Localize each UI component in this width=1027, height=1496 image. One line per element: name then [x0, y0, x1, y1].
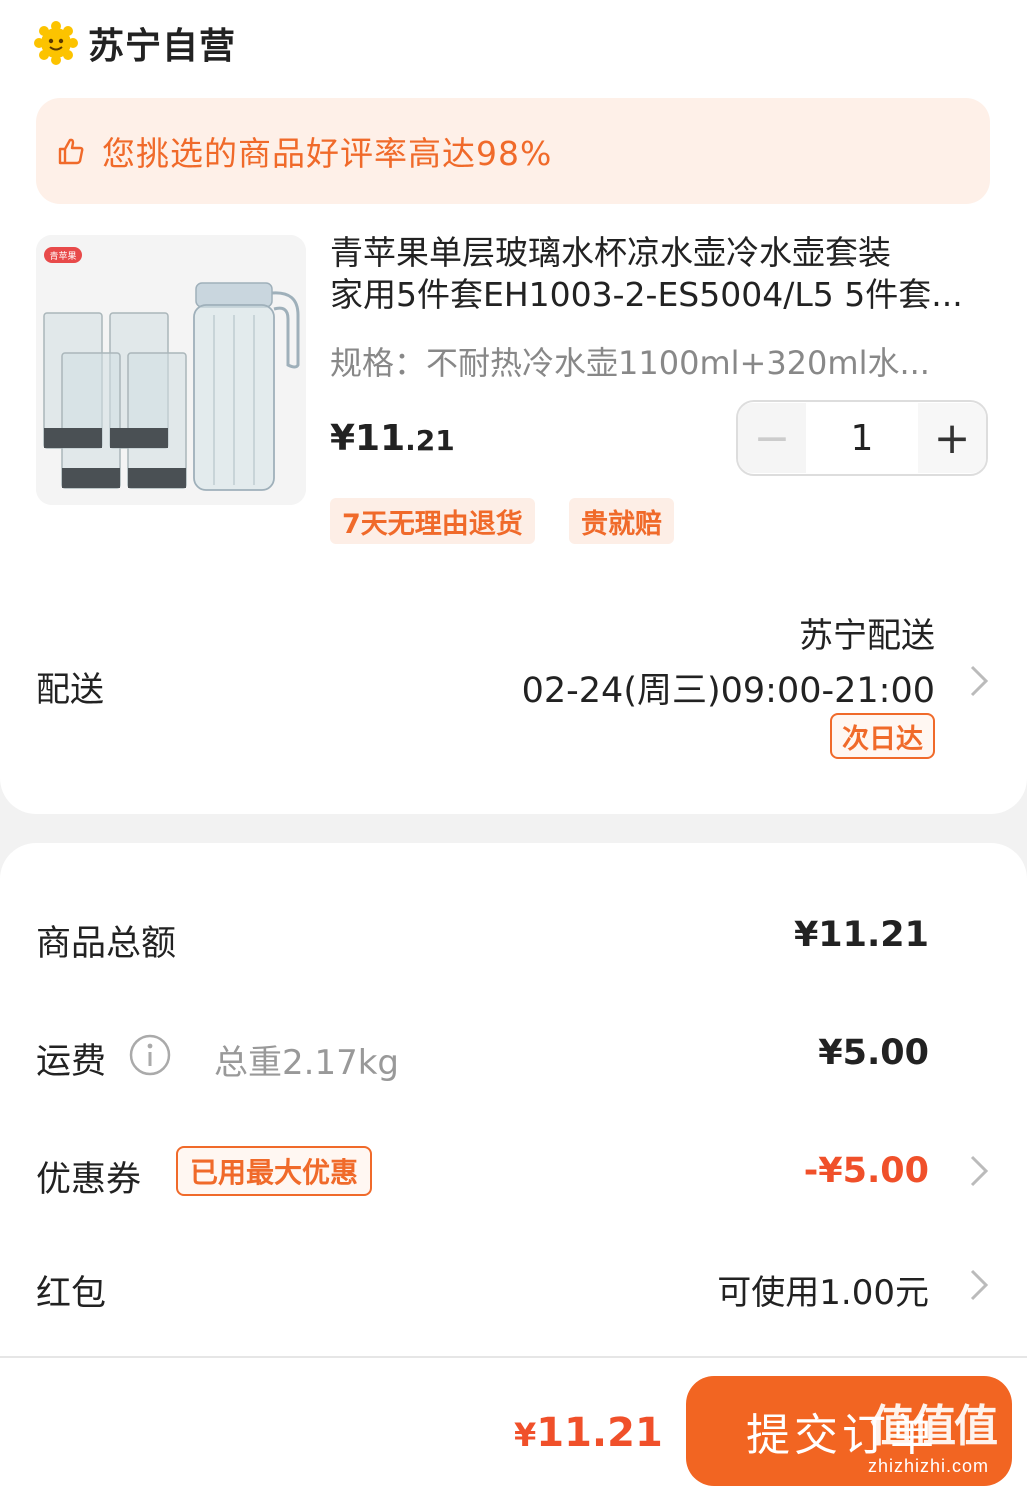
order-item-card: 苏宁自营 您挑选的商品好评率高达98% 青苹果 青苹果单层玻璃水杯凉水壶冷水壶套… [0, 0, 1027, 814]
tag-7day-return: 7天无理由退货 [330, 498, 535, 544]
product-title-line1: 青苹果单层玻璃水杯凉水壶冷水壶套装 [330, 233, 891, 272]
tag-price-guarantee: 贵就赔 [569, 498, 674, 544]
site-watermark: 值值值 zhizhizhi.com [868, 1390, 1018, 1490]
shipping-label: 运费 [36, 1042, 107, 1082]
shipping-value: ¥5.00 [818, 1033, 929, 1073]
product-price: ¥11.21 [330, 418, 455, 459]
coupon-value[interactable]: -¥5.00 [804, 1151, 929, 1191]
watermark-text: zhizhizhi.com [868, 1456, 990, 1476]
price-integer: ¥11 [330, 418, 406, 459]
coupon-label: 优惠券 [36, 1160, 142, 1200]
red-packet-chevron-right-icon[interactable] [968, 1267, 990, 1303]
rating-banner: 您挑选的商品好评率高达98% [36, 98, 990, 204]
brand-logo: 青苹果 [49, 250, 76, 262]
decrease-quantity-button[interactable]: − [738, 403, 806, 473]
delivery-method[interactable]: 苏宁配送 [799, 608, 935, 657]
quantity-stepper: − 1 + [736, 400, 988, 476]
sun-face-icon [34, 21, 78, 65]
delivery-chevron-right-icon[interactable] [968, 663, 990, 699]
product-title-line2: 家用5件套EH1003-2-ES5004/L5 5件套... [330, 275, 963, 314]
goods-total-value: ¥11.21 [793, 915, 929, 955]
rating-text: 您挑选的商品好评率高达98% [102, 134, 553, 173]
delivery-label: 配送 [36, 670, 104, 710]
order-total-currency: ¥ [514, 1416, 537, 1454]
order-total-amount: 11.21 [536, 1410, 663, 1456]
shipping-weight: 总重2.17kg [214, 1043, 399, 1083]
coupon-best-badge: 已用最大优惠 [176, 1146, 373, 1196]
quantity-value[interactable]: 1 [806, 418, 918, 459]
next-day-badge: 次日达 [830, 713, 935, 759]
order-total: ¥11.21 [514, 1410, 663, 1456]
product-spec[interactable]: 规格：不耐热冷水壶1100ml+320ml水... [330, 338, 960, 384]
red-packet-label: 红包 [36, 1274, 107, 1314]
red-packet-value[interactable]: 可使用1.00元 [717, 1265, 929, 1314]
product-title[interactable]: 青苹果单层玻璃水杯凉水壶冷水壶套装 家用5件套EH1003-2-ES5004/L… [330, 232, 970, 316]
product-image[interactable]: 青苹果 [36, 235, 306, 505]
delivery-time[interactable]: 02-24(周三)09:00-21:00 [522, 662, 935, 713]
price-summary-card: 商品总额 ¥11.21 运费 总重2.17kg ¥5.00 优惠券 已用最大优惠… [0, 843, 1027, 1363]
increase-quantity-button[interactable]: + [918, 403, 986, 473]
store-name: 苏宁自营 [88, 26, 237, 67]
info-icon[interactable] [128, 1033, 172, 1077]
price-decimal: .21 [405, 424, 455, 457]
goods-total-label: 商品总额 [36, 924, 177, 964]
store-header[interactable]: 苏宁自营 [34, 18, 236, 68]
watermark-glyphs: 值值值 [870, 1401, 998, 1452]
coupon-chevron-right-icon[interactable] [968, 1153, 990, 1189]
thumbs-up-icon [56, 136, 86, 166]
